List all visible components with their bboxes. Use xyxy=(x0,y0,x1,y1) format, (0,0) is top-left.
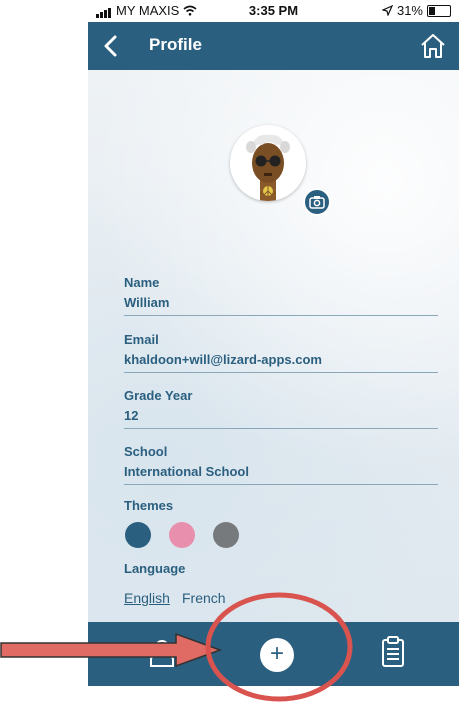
app-header: Profile xyxy=(88,22,459,70)
field-underline xyxy=(124,484,438,485)
phone-screen: MY MAXIS 3:35 PM 31% Profile Name Willia… xyxy=(88,0,459,686)
name-field[interactable]: Name William xyxy=(124,275,438,316)
field-value[interactable]: International School xyxy=(124,464,438,482)
field-value[interactable]: 12 xyxy=(124,408,438,426)
status-right: 31% xyxy=(381,3,451,18)
battery-percent: 31% xyxy=(396,3,423,18)
camera-icon xyxy=(309,196,325,209)
avatar[interactable] xyxy=(230,125,306,201)
profile-content: Name William Email khaldoon+will@lizard-… xyxy=(88,70,459,622)
language-option-english[interactable]: English xyxy=(124,590,170,606)
status-bar: MY MAXIS 3:35 PM 31% xyxy=(88,0,459,22)
email-field[interactable]: Email khaldoon+will@lizard-apps.com xyxy=(124,332,438,373)
themes-label: Themes xyxy=(124,498,174,513)
highlight-ring-annotation xyxy=(205,592,353,702)
home-icon[interactable] xyxy=(419,32,447,60)
field-underline xyxy=(124,428,438,429)
chevron-left-icon[interactable] xyxy=(100,33,122,59)
theme-swatch-pink[interactable] xyxy=(169,522,195,548)
avatar-character-icon xyxy=(230,125,306,201)
field-value[interactable]: William xyxy=(124,295,438,313)
field-underline xyxy=(124,315,438,316)
school-field[interactable]: School International School xyxy=(124,444,438,485)
field-label: Email xyxy=(124,332,159,347)
location-icon xyxy=(381,5,393,16)
field-label: Grade Year xyxy=(124,388,193,403)
field-value[interactable]: khaldoon+will@lizard-apps.com xyxy=(124,352,438,370)
grade-year-field[interactable]: Grade Year 12 xyxy=(124,388,438,429)
clipboard-icon[interactable] xyxy=(381,636,405,668)
change-photo-button[interactable] xyxy=(303,188,331,216)
battery-fill xyxy=(429,6,435,15)
field-underline xyxy=(124,372,438,373)
page-title: Profile xyxy=(149,35,202,54)
language-label: Language xyxy=(124,561,186,576)
red-arrow-annotation xyxy=(0,633,222,667)
field-label: Name xyxy=(124,275,160,290)
theme-swatch-gray[interactable] xyxy=(213,522,239,548)
field-label: School xyxy=(124,444,168,459)
theme-swatch-blue[interactable] xyxy=(125,522,151,548)
battery-icon xyxy=(427,4,451,17)
